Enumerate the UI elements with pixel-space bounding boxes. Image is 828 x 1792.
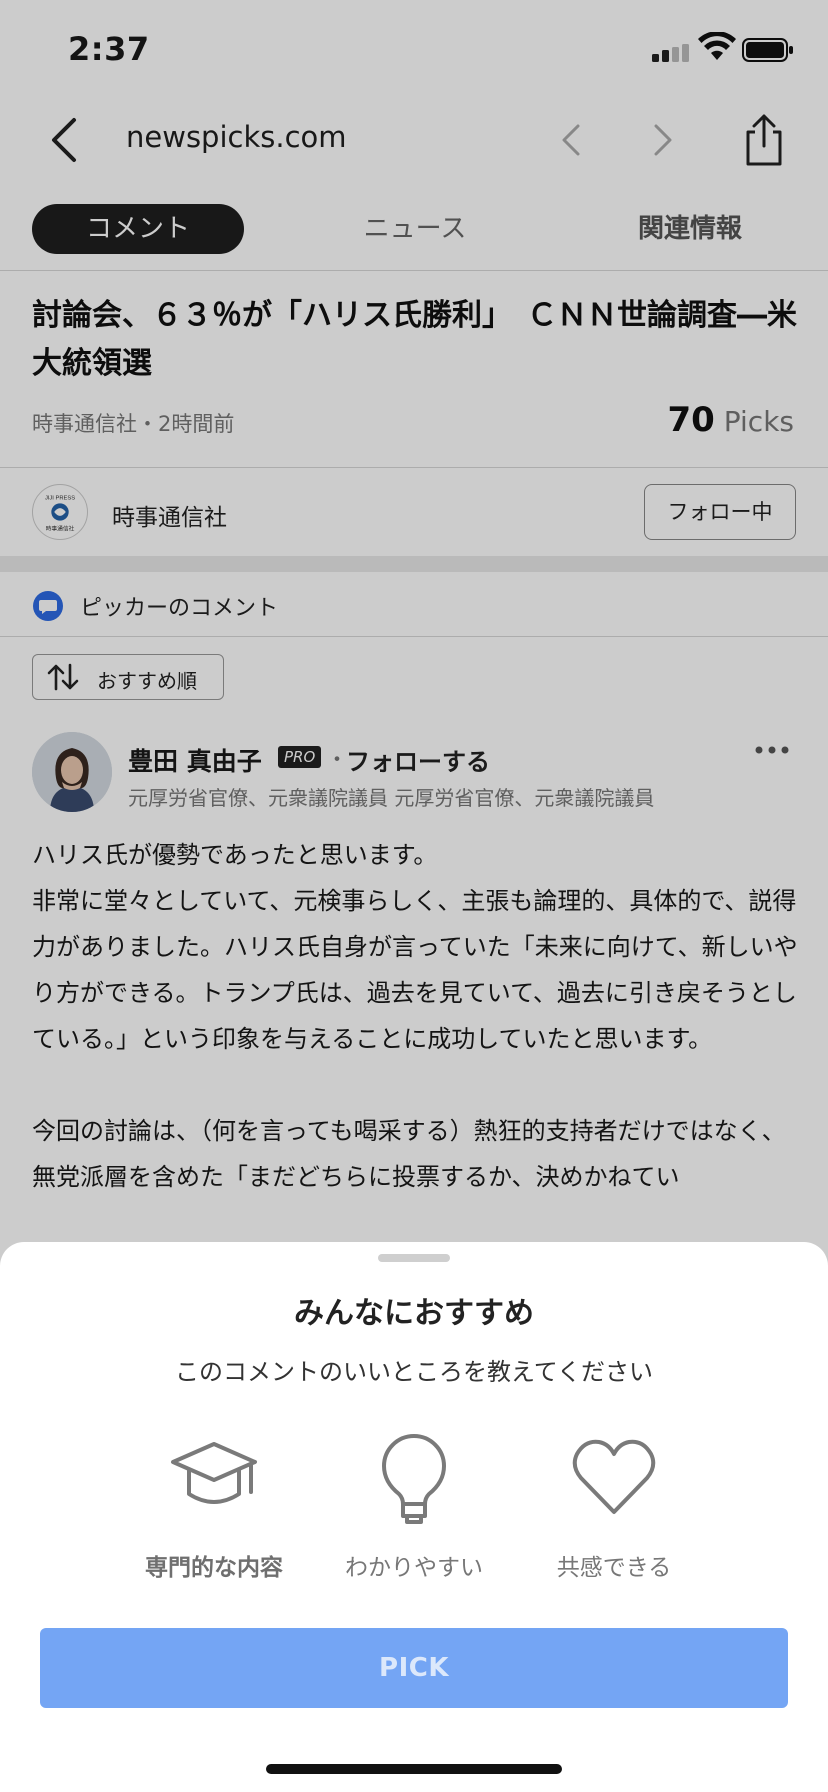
option-label: 専門的な内容 bbox=[145, 1555, 283, 1581]
lightbulb-icon bbox=[382, 1434, 446, 1524]
graduation-cap-icon bbox=[171, 1442, 257, 1504]
sheet-subtitle: このコメントのいいところを教えてください bbox=[174, 1358, 654, 1386]
home-indicator[interactable] bbox=[266, 1764, 562, 1774]
sheet-title: みんなにおすすめ bbox=[294, 1296, 534, 1331]
option-label: 共感できる bbox=[556, 1555, 672, 1581]
sheet-grabber[interactable] bbox=[378, 1254, 450, 1262]
option-expert-content[interactable]: 専門的な内容 bbox=[124, 1432, 304, 1592]
option-empathize[interactable]: 共感できる bbox=[524, 1432, 704, 1592]
pick-button[interactable]: PICK bbox=[40, 1628, 788, 1708]
article-page: 2:37 newspicks.com コメント ニュース 関連情報 討論会、６３… bbox=[0, 0, 828, 1792]
option-easy-to-understand[interactable]: わかりやすい bbox=[324, 1432, 504, 1592]
recommend-bottom-sheet: みんなにおすすめ このコメントのいいところを教えてください 専門的な内容 わかり… bbox=[0, 1242, 828, 1792]
option-label: わかりやすい bbox=[345, 1555, 483, 1581]
heart-icon bbox=[572, 1439, 656, 1514]
